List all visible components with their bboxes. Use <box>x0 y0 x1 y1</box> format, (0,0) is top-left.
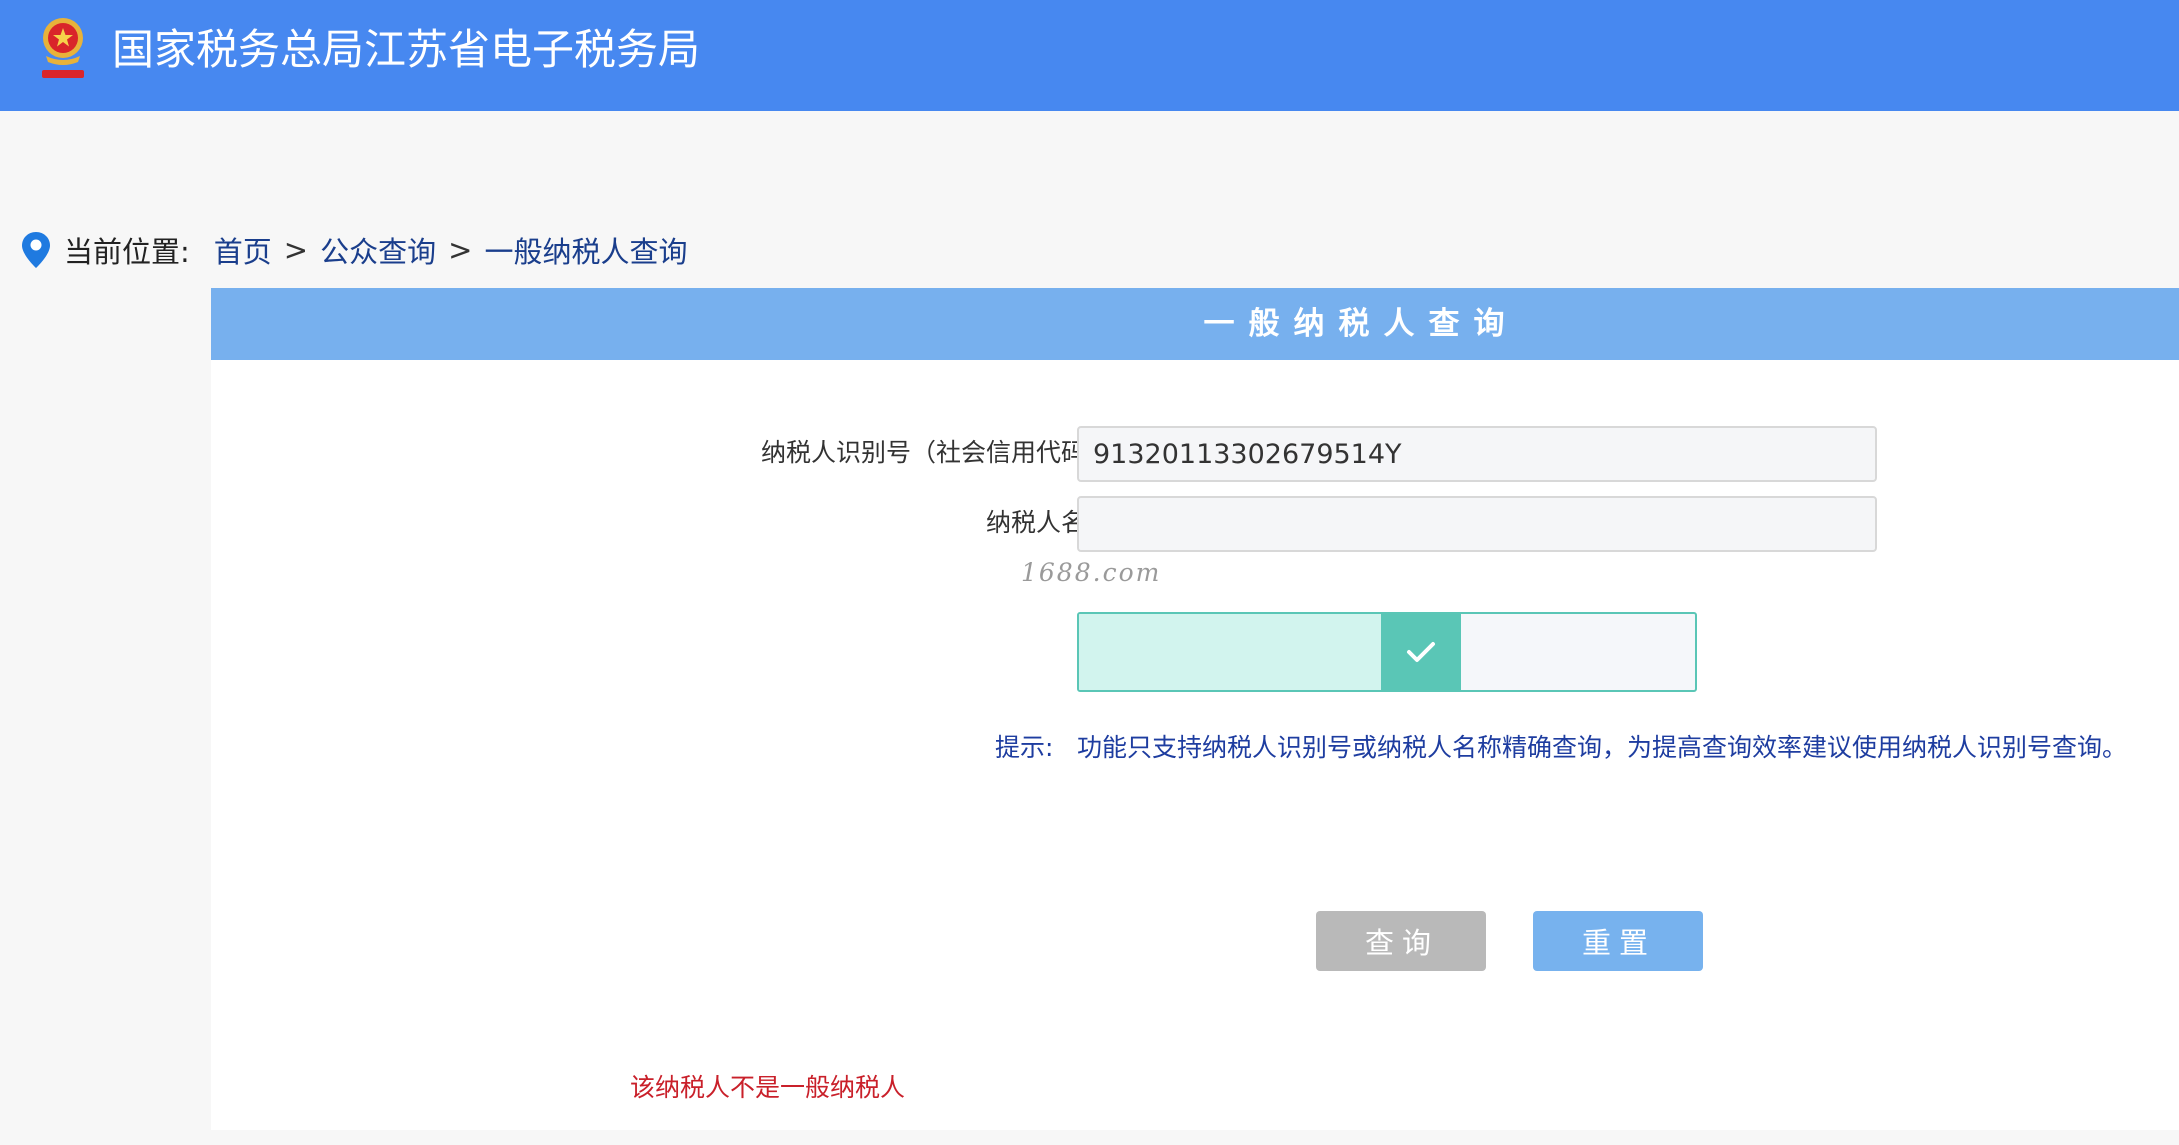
reset-button[interactable]: 重置 <box>1533 911 1703 971</box>
breadcrumb-label: 当前位置: <box>64 235 190 269</box>
breadcrumb-separator: > <box>448 233 473 267</box>
tax-emblem-icon <box>42 18 84 78</box>
query-panel: 一般纳税人查询 纳税人识别号（社会信用代码） 纳税人名称 1688.com 提示… <box>211 288 2179 1130</box>
location-pin-icon <box>22 232 50 268</box>
taxpayer-id-label: 纳税人识别号（社会信用代码） <box>760 438 1111 467</box>
breadcrumb-public-query-link[interactable]: 公众查询 <box>320 229 436 271</box>
panel-title: 一般纳税人查询 <box>1203 306 1519 342</box>
site-title: 国家税务总局江苏省电子税务局 <box>112 25 701 74</box>
slider-fill <box>1079 614 1381 690</box>
checkmark-icon <box>1407 642 1435 662</box>
watermark-text: 1688.com <box>1021 558 1162 587</box>
breadcrumb-current-page[interactable]: 一般纳税人查询 <box>484 229 687 271</box>
site-header: 国家税务总局江苏省电子税务局 <box>0 0 2179 111</box>
taxpayer-id-input[interactable] <box>1077 426 1877 482</box>
hint-text: 功能只支持纳税人识别号或纳税人名称精确查询，为提高查询效率建议使用纳税人识别号查… <box>1077 733 2128 762</box>
panel-header: 一般纳税人查询 <box>211 288 2179 360</box>
breadcrumb: 当前位置: 首页 > 公众查询 > 一般纳税人查询 <box>22 228 687 272</box>
query-button[interactable]: 查询 <box>1316 911 1486 971</box>
slider-verification[interactable] <box>1077 612 1697 692</box>
breadcrumb-home-link[interactable]: 首页 <box>214 229 272 271</box>
slider-handle[interactable] <box>1381 614 1461 690</box>
breadcrumb-separator: > <box>283 233 309 267</box>
hint-label: 提示: <box>995 733 1054 762</box>
result-message: 该纳税人不是一般纳税人 <box>630 1073 906 1102</box>
taxpayer-name-input[interactable] <box>1077 496 1877 552</box>
